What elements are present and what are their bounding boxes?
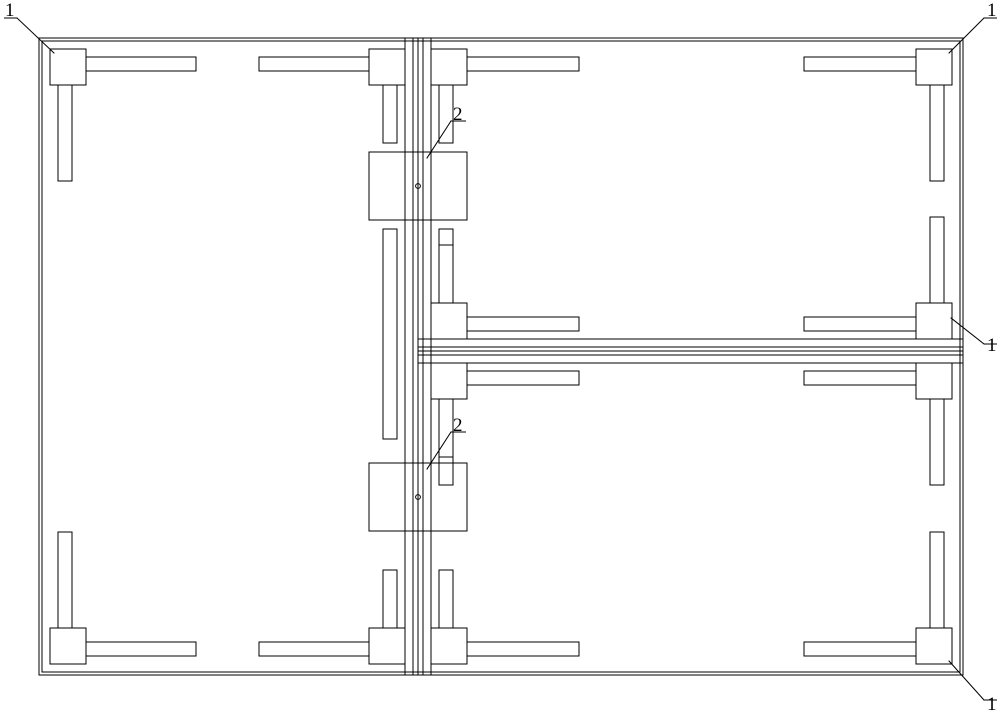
leader-underlines [0,0,1000,719]
